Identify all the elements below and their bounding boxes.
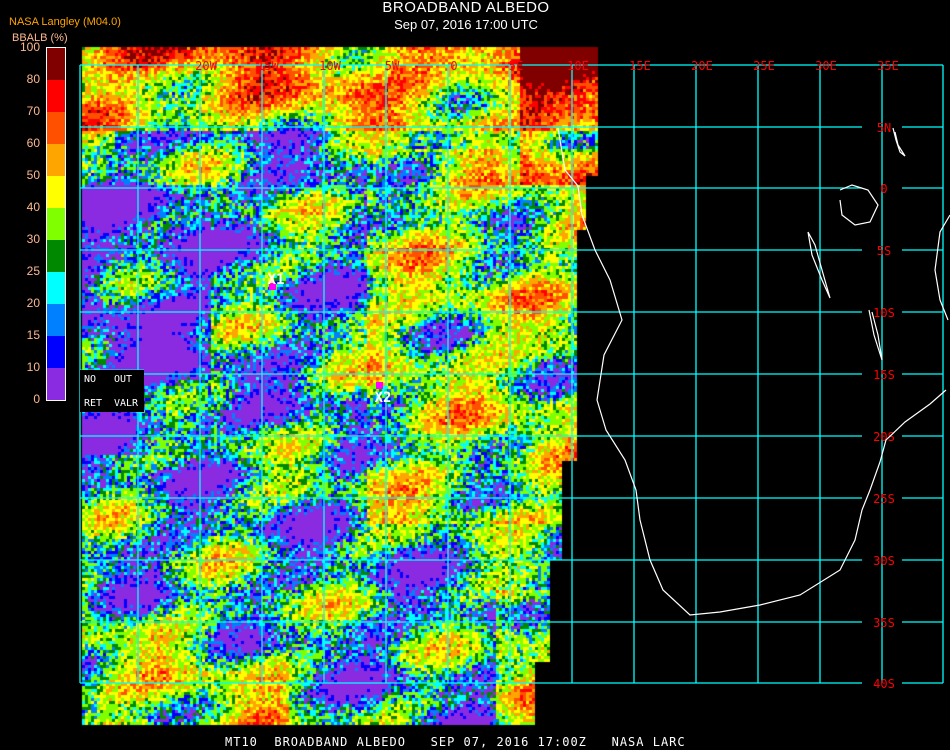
footer-datetime: SEP 07, 2016 17:00Z — [430, 735, 587, 749]
latitude-label: 35S — [873, 616, 895, 630]
colorbar-tick-label: 80 — [26, 72, 40, 86]
longitude-label: 5E — [509, 59, 523, 73]
longitude-label: 10W — [319, 59, 341, 73]
latitude-label: 15S — [873, 368, 895, 382]
colorbar-segment — [47, 304, 65, 336]
colorbar-segment — [47, 80, 65, 112]
longitude-label: 10E — [567, 59, 589, 73]
marker-point — [376, 382, 383, 389]
colorbar-tick-label: 100 — [19, 40, 40, 54]
colorbar-segment — [47, 176, 65, 208]
colorbar-segment — [47, 208, 65, 240]
latitude-label: 5S — [877, 244, 891, 258]
colorbar-tick-label: 70 — [26, 104, 40, 118]
longitude-label: 30E — [815, 59, 837, 73]
colorbar-segment — [47, 144, 65, 176]
latitude-label: 40S — [873, 677, 895, 691]
footer-source: NASA LARC — [611, 735, 686, 749]
latitude-label: 5N — [877, 121, 891, 135]
colorbar-tick-label: 60 — [26, 136, 40, 150]
longitude-label: 20E — [691, 59, 713, 73]
colorbar-tick-label: 0 — [33, 392, 40, 406]
longitude-label: 15W — [257, 59, 279, 73]
lake-victoria — [839, 184, 879, 226]
colorbar — [46, 47, 66, 401]
marker-label: X2 — [375, 390, 392, 406]
colorbar-tick-label: 25 — [26, 264, 40, 278]
map-datetime: Sep 07, 2016 17:00 UTC — [394, 17, 538, 32]
colorbar-tick-label: 50 — [26, 168, 40, 182]
lake-tanganyika — [807, 231, 831, 299]
no-label: NO — [84, 374, 97, 385]
colorbar-tick-label: 15 — [26, 328, 40, 342]
organization-label: NASA Langley (M04.0) — [9, 16, 121, 28]
no-value-legend: NO OUT RET VALR — [80, 370, 144, 412]
latitude-label: 10S — [873, 306, 895, 320]
colorbar-segment — [47, 48, 65, 80]
colorbar-segment — [47, 336, 65, 368]
longitude-label: 25E — [753, 59, 775, 73]
footer-name: BROADBAND ALBEDO — [274, 735, 406, 749]
colorbar-tick-label: 30 — [26, 232, 40, 246]
ret-label: RET — [84, 398, 103, 409]
valr-label: VALR — [114, 398, 139, 409]
latitude-label: 30S — [873, 554, 895, 568]
longitude-label: 5W — [385, 59, 400, 73]
colorbar-tick-label: 20 — [26, 296, 40, 310]
latitude-label: 20S — [873, 430, 895, 444]
marker-label: X1 — [268, 272, 285, 288]
longitude-label: 15E — [629, 59, 651, 73]
colorbar-segment — [47, 272, 65, 304]
latitude-label: 0 — [880, 182, 887, 196]
colorbar-tick-label: 40 — [26, 200, 40, 214]
footer-caption: MT10 BROADBAND ALBEDO SEP 07, 2016 17:00… — [225, 735, 686, 749]
lake-turkana — [892, 127, 906, 157]
out-label: OUT — [114, 374, 133, 385]
map-title: BROADBAND ALBEDO — [382, 0, 550, 16]
colorbar-segment — [47, 368, 65, 400]
colorbar-segment — [47, 240, 65, 272]
longitude-label: 0 — [450, 59, 457, 73]
footer-product: MT10 — [225, 735, 258, 749]
colorbar-segment — [47, 112, 65, 144]
longitude-label: 35E — [877, 59, 899, 73]
colorbar-tick-label: 10 — [26, 360, 40, 374]
longitude-label: 20W — [195, 59, 217, 73]
latitude-label: 25S — [873, 492, 895, 506]
